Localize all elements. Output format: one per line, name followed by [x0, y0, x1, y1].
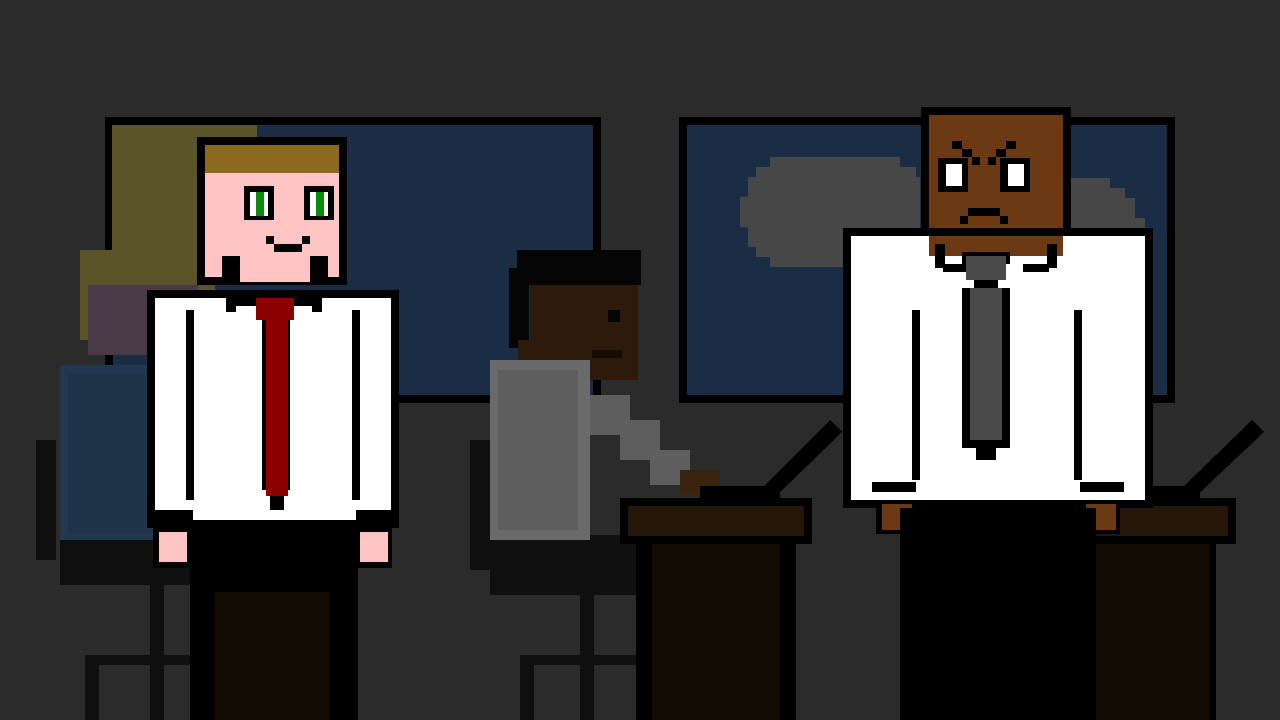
game-scene	[0, 0, 1280, 720]
employee-hair	[205, 145, 339, 173]
coworker-mouth	[592, 350, 622, 358]
coworker-eye	[608, 310, 620, 322]
desk-center	[620, 498, 812, 720]
desk-behind-legs	[215, 592, 330, 720]
office-scene-canvas	[0, 0, 1280, 720]
